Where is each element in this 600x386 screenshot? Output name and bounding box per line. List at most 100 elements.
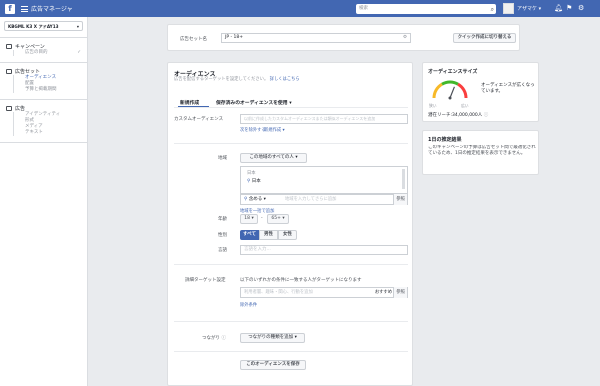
gender-female-button[interactable]: 女性: [278, 230, 297, 240]
connections-label: つながり ⓘ: [202, 335, 226, 341]
check-icon: ✓: [77, 50, 81, 55]
location-item[interactable]: ⚲ 日本: [247, 178, 261, 184]
include-label: 含める ▾: [248, 197, 266, 202]
audience-card: オーディエンス 広告を配信するターゲットを設定してください。 詳しくはこちら 新…: [167, 62, 413, 386]
create-new-link[interactable]: 新規作成 ▾: [264, 127, 285, 133]
save-audience-button[interactable]: このオーディエンスを保存: [240, 360, 306, 370]
connections-select[interactable]: つながりの種類を追加 ▾: [240, 333, 305, 343]
learn-more-link[interactable]: 詳しくはこちら: [270, 77, 300, 82]
exclusions-link[interactable]: 除外条件: [240, 302, 257, 308]
gear-icon[interactable]: ⚙: [578, 4, 584, 12]
connections-label-text: つながり: [202, 336, 220, 341]
location-browse-button[interactable]: 参照: [393, 194, 407, 205]
app-title[interactable]: 広告マネージャ: [31, 4, 73, 13]
gender-male-button[interactable]: 男性: [259, 230, 278, 240]
tab-divider: [174, 107, 408, 108]
gauge-target-segment: [441, 80, 459, 86]
sidebar-item-label: 広告の目的: [25, 50, 48, 55]
detailed-browse-button[interactable]: 参照: [393, 287, 407, 298]
age-dash: -: [261, 216, 263, 221]
sidebar-item-adset[interactable]: 広告セット: [6, 67, 83, 75]
chevron-down-icon: ▾: [76, 24, 79, 29]
detailed-targeting-input[interactable]: 利用者層、趣味・関心、行動を追加: [244, 289, 313, 295]
gauge-high-label: 広い: [461, 103, 469, 108]
info-icon[interactable]: ⓘ: [221, 336, 226, 341]
location-scope-select[interactable]: この地域のすべての人 ▾: [240, 153, 307, 163]
sidebar-section-campaign: キャンペーン 広告の目的 ✓: [0, 38, 87, 56]
sidebar-item-budget[interactable]: 予算と掲載期間: [25, 87, 83, 93]
language-input[interactable]: 言語を入力...: [240, 245, 408, 255]
gauge-narrow-segment: [432, 82, 443, 99]
sidebar-item-label: キャンペーン: [15, 43, 45, 50]
custom-audience-label: カスタムオーディエンス: [174, 117, 224, 122]
sidebar: KBGML K3 X アドAY13 ▾ キャンペーン 広告の目的 ✓ 広告セット…: [0, 17, 88, 386]
pin-icon: ⚲: [247, 179, 251, 184]
flag-icon[interactable]: ⚑: [566, 4, 572, 12]
menu-icon[interactable]: [21, 5, 28, 12]
detailed-targeting-field: 利用者層、趣味・関心、行動を追加 おすすめ 参照: [240, 287, 408, 298]
location-search-input[interactable]: 地域を入力してさらに追加: [285, 196, 336, 202]
section-divider: [174, 143, 408, 144]
user-menu[interactable]: アザマケ ▾: [517, 5, 541, 12]
pin-icon: ⚲: [244, 197, 248, 202]
facebook-logo[interactable]: f: [5, 3, 15, 14]
sidebar-item-objective[interactable]: 広告の目的 ✓: [25, 50, 83, 56]
potential-reach: 潜在リーチ:34,000,000人 ⓘ: [428, 112, 488, 118]
audience-subtitle: 広告を配信するターゲットを設定してください。 詳しくはこちら: [174, 76, 300, 82]
gear-icon[interactable]: ⚙: [403, 34, 407, 42]
potential-reach-text: 潜在リーチ:34,000,000人: [428, 113, 483, 118]
adset-name-label: 広告セット名: [180, 37, 207, 42]
age-min-select[interactable]: 18 ▾: [240, 214, 258, 224]
location-label: 地域: [218, 156, 227, 161]
gauge-broad-segment: [457, 82, 468, 99]
estimated-results-card: 1日の推定結果 このキャンペーンの予算は広告セット間で最適化されているため、1日…: [422, 130, 539, 175]
custom-audience-input[interactable]: 以前に作成したカスタムオーディエンスまたは類似オーディエンスを追加: [240, 114, 408, 124]
info-icon[interactable]: ⓘ: [484, 113, 489, 118]
sidebar-section-ad: 広告 アイデンティティ 形式 メディア テキスト: [0, 100, 87, 136]
account-name: KBGML K3 X アドAY13: [8, 24, 59, 29]
gauge-low-label: 狭い: [429, 103, 437, 108]
sidebar-item-text[interactable]: テキスト: [25, 130, 83, 136]
search-input[interactable]: 検索 ⌕: [356, 4, 496, 14]
section-divider: [174, 351, 408, 352]
age-label: 年齢: [218, 217, 227, 222]
search-icon[interactable]: ⌕: [491, 5, 494, 15]
include-select[interactable]: ⚲ 含める ▾: [244, 196, 266, 202]
scrollbar[interactable]: [402, 169, 405, 189]
sidebar-item-label: 広告セット: [15, 68, 41, 75]
estimated-results-text: このキャンペーンの予算は広告セット間で最適化されているため、1日の推定結果を表示…: [428, 145, 536, 156]
adset-name-field[interactable]: JP - 18+ ⚙: [221, 33, 411, 43]
sidebar-subtree: オーディエンス 配置 予算と掲載期間: [13, 75, 83, 93]
section-divider: [174, 264, 408, 265]
audience-gauge: [432, 80, 468, 100]
audience-subtitle-text: 広告を配信するターゲットを設定してください。: [174, 77, 269, 82]
exclude-link[interactable]: 次を除外する: [240, 127, 266, 133]
tab-saved-audience[interactable]: 保存済みのオーディエンスを使用 ▾: [216, 99, 292, 106]
ad-icon: [6, 105, 12, 111]
tab-create-new[interactable]: 新規作成: [180, 99, 199, 106]
audience-size-card: オーディエンスサイズ 狭い 広い オーディエンスが広くなっています。 潜在リーチ…: [422, 62, 539, 122]
sidebar-item-ad[interactable]: 広告: [6, 104, 83, 112]
sidebar-subtree: アイデンティティ 形式 メディア テキスト: [13, 112, 83, 136]
sidebar-item-campaign[interactable]: キャンペーン: [6, 42, 83, 50]
audience-size-description: オーディエンスが広くなっています。: [481, 83, 535, 94]
suggestions-button[interactable]: おすすめ: [375, 289, 392, 295]
gender-all-button[interactable]: すべて: [240, 230, 259, 240]
detailed-targeting-info: 以下のいずれかの条件に一致する人がターゲットになります: [240, 278, 362, 283]
bell-icon[interactable]: 🔔︎: [554, 4, 563, 12]
sidebar-divider: [0, 142, 87, 143]
adset-name-value: JP - 18+: [225, 35, 244, 40]
location-country-header: 日本: [247, 171, 256, 176]
detailed-targeting-label: 詳細ターゲット設定: [185, 278, 226, 283]
audience-size-title: オーディエンスサイズ: [428, 69, 478, 75]
sidebar-item-label: 広告: [15, 105, 26, 112]
avatar[interactable]: [503, 3, 514, 14]
gauge-hub: [448, 96, 452, 100]
age-max-select[interactable]: 65+ ▾: [267, 214, 289, 224]
estimated-results-title: 1日の推定結果: [428, 137, 462, 143]
quick-create-button[interactable]: クイック作成に切り替える: [453, 33, 516, 43]
account-selector[interactable]: KBGML K3 X アドAY13 ▾: [4, 21, 83, 31]
sidebar-subtree: 広告の目的 ✓: [13, 50, 83, 56]
gender-label: 性別: [218, 233, 227, 238]
location-item-label: 日本: [251, 179, 261, 184]
